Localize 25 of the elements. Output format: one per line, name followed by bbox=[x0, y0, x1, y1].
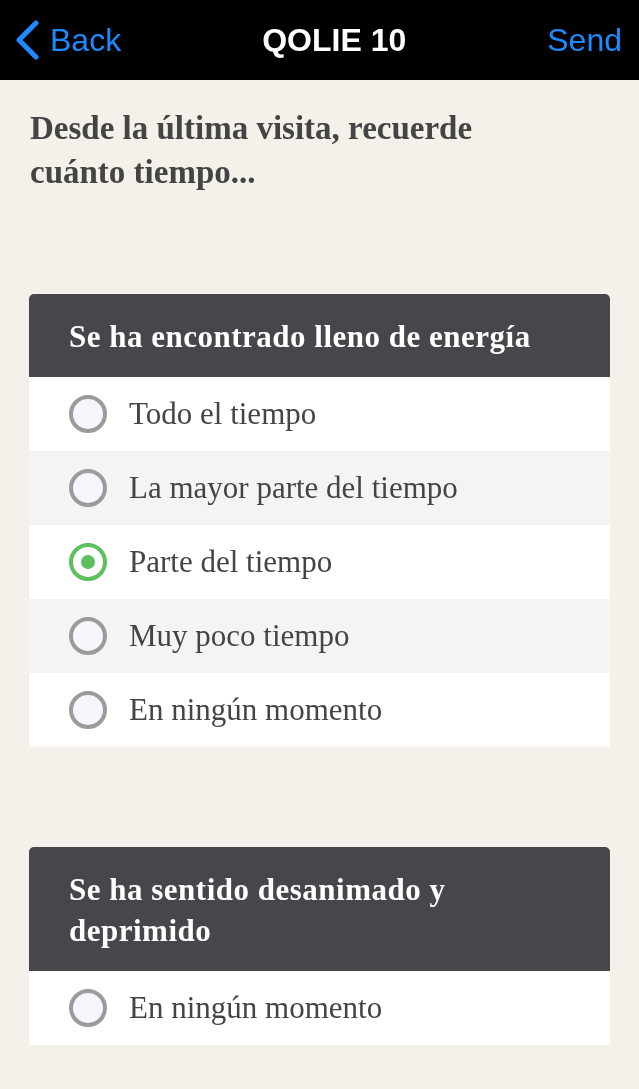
question-header: Se ha sentido desanimado y deprimido bbox=[29, 847, 610, 971]
answer-option[interactable]: En ningún momento bbox=[29, 971, 610, 1045]
radio-button[interactable] bbox=[69, 469, 107, 507]
question-header: Se ha encontrado lleno de energía bbox=[29, 294, 610, 377]
radio-button[interactable] bbox=[69, 543, 107, 581]
radio-button[interactable] bbox=[69, 989, 107, 1027]
radio-button[interactable] bbox=[69, 395, 107, 433]
answer-option[interactable]: La mayor parte del tiempo bbox=[29, 451, 610, 525]
option-label: La mayor parte del tiempo bbox=[129, 468, 458, 507]
intro-text: Desde la última visita, recuerde cuánto tiempo... bbox=[29, 109, 474, 192]
answer-option[interactable]: Muy poco tiempo bbox=[29, 599, 610, 673]
screen-title: QOLIE 10 bbox=[262, 21, 407, 60]
answer-option[interactable]: Todo el tiempo bbox=[29, 377, 610, 451]
option-label: En ningún momento bbox=[129, 690, 383, 729]
back-button[interactable]: Back bbox=[14, 16, 122, 64]
send-button[interactable]: Send bbox=[547, 16, 625, 64]
chevron-left-icon bbox=[14, 20, 40, 60]
option-label: En ningún momento bbox=[129, 988, 383, 1027]
radio-button[interactable] bbox=[69, 691, 107, 729]
option-label: Muy poco tiempo bbox=[129, 616, 350, 655]
option-label: Todo el tiempo bbox=[129, 394, 317, 433]
radio-button[interactable] bbox=[69, 617, 107, 655]
answer-option[interactable]: En ningún momento bbox=[29, 673, 610, 747]
answer-option[interactable]: Parte del tiempo bbox=[29, 525, 610, 599]
option-label: Parte del tiempo bbox=[129, 542, 333, 581]
